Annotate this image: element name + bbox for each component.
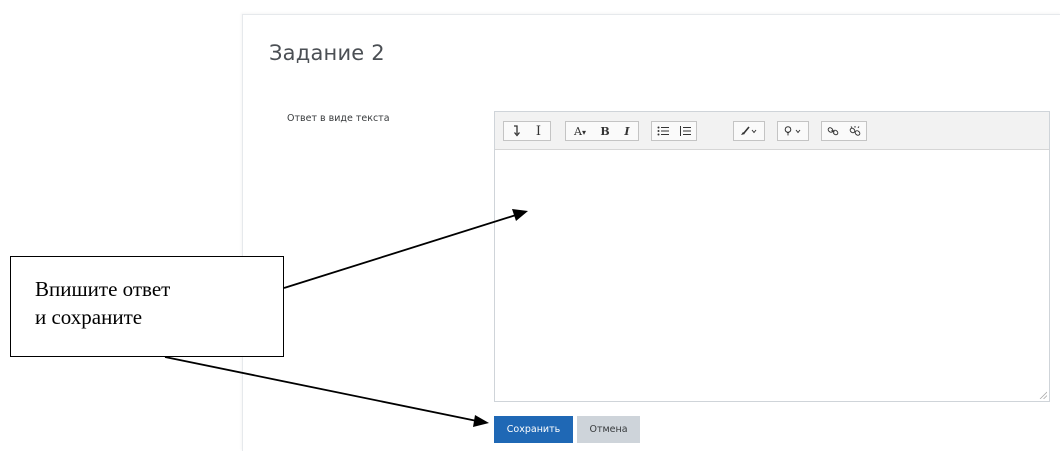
text-editor: I A▾ B I <box>494 111 1050 402</box>
collapse-toolbar-icon <box>513 125 520 137</box>
lightbulb-button[interactable] <box>778 122 808 140</box>
cancel-button[interactable]: Отмена <box>577 416 640 443</box>
paragraph-style-button[interactable]: A▾ <box>566 122 594 140</box>
toolbar-group-4 <box>733 121 765 141</box>
unlink-icon <box>849 125 861 136</box>
unlink-button[interactable] <box>844 122 866 140</box>
brush-button[interactable] <box>734 122 764 140</box>
paragraph-style-icon: A▾ <box>574 124 586 138</box>
text-cursor-button[interactable]: I <box>527 122 550 140</box>
brush-icon <box>741 126 757 135</box>
italic-button[interactable]: I <box>616 122 638 140</box>
bold-icon: B <box>600 124 610 138</box>
bold-button[interactable]: B <box>594 122 616 140</box>
toolbar-group-3 <box>651 121 697 141</box>
page-title: Задание 2 <box>269 41 385 65</box>
bullet-list-button[interactable] <box>652 122 674 140</box>
italic-icon: I <box>624 124 630 138</box>
toolbar-group-6 <box>821 121 867 141</box>
link-icon <box>827 127 839 136</box>
bullet-list-icon <box>657 126 669 136</box>
numbered-list-button[interactable] <box>674 122 696 140</box>
callout-line-2: и сохраните <box>35 305 143 329</box>
callout-line-1: Впишите ответ <box>35 277 171 301</box>
toolbar-group-2: A▾ B I <box>565 121 639 141</box>
collapse-toolbar-button[interactable] <box>504 122 527 140</box>
toolbar-group-5 <box>777 121 809 141</box>
link-button[interactable] <box>822 122 844 140</box>
text-cursor-icon: I <box>535 123 542 139</box>
lightbulb-icon <box>784 126 801 136</box>
toolbar-group-1: I <box>503 121 551 141</box>
resize-handle-icon[interactable] <box>1039 391 1047 399</box>
editor-toolbar: I A▾ B I <box>495 112 1049 150</box>
instruction-callout: Впишите ответ и сохраните <box>10 256 284 357</box>
numbered-list-icon <box>680 126 691 136</box>
answer-field-label: Ответ в виде текста <box>287 113 390 124</box>
answer-textarea[interactable] <box>495 150 1049 401</box>
save-button[interactable]: Сохранить <box>494 416 573 443</box>
